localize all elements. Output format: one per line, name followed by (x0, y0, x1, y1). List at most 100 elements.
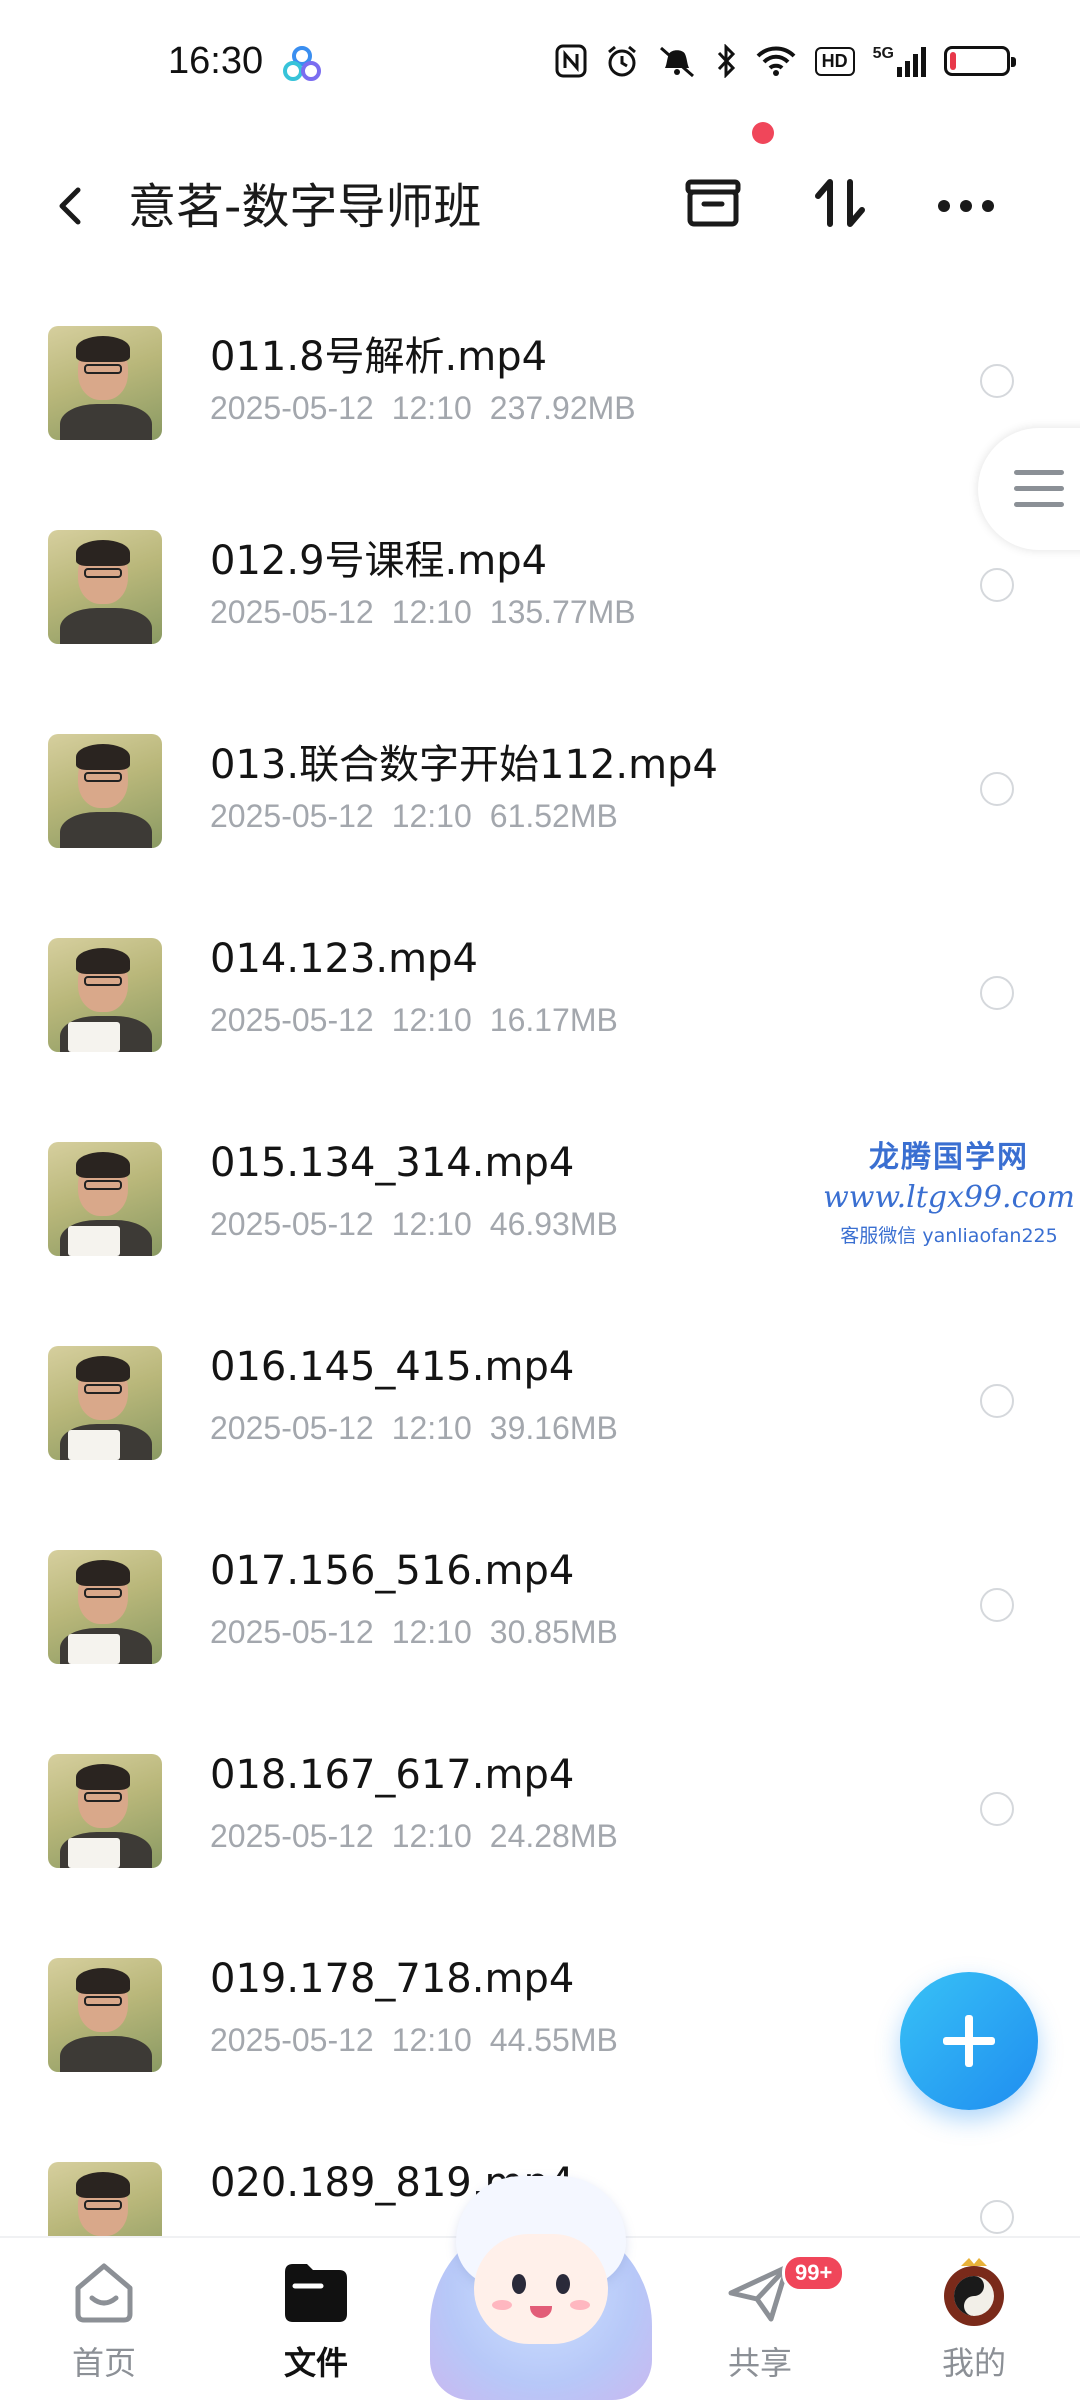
nav-label: 文件 (283, 2344, 348, 2382)
video-thumbnail (48, 1550, 162, 1664)
battery-icon (944, 46, 1016, 76)
file-row[interactable]: 018.167_617.mp4 2025-05-12 12:10 24.28MB (0, 1728, 1080, 1932)
file-size: 16.17MB (489, 1002, 618, 1038)
file-date: 2025-05-12 (210, 1002, 374, 1038)
select-radio[interactable] (980, 364, 1014, 398)
file-size: 39.16MB (489, 1410, 618, 1446)
battery-fill (950, 52, 957, 70)
file-time: 12:10 (391, 1614, 472, 1650)
file-name: 016.145_415.mp4 (210, 1344, 575, 1390)
video-thumbnail (48, 734, 162, 848)
video-thumbnail (48, 938, 162, 1052)
select-radio[interactable] (980, 772, 1014, 806)
nav-label: 首页 (71, 2344, 136, 2382)
folder-icon (285, 2264, 347, 2322)
file-meta: 2025-05-12 12:10 44.55MB (210, 2022, 636, 2059)
file-time: 12:10 (391, 798, 472, 834)
file-date: 2025-05-12 (210, 798, 374, 834)
network-type-label: 5G (872, 45, 894, 62)
chevron-left-icon (59, 187, 81, 225)
nav-home[interactable]: 首页 (34, 2256, 174, 2384)
select-radio[interactable] (980, 2200, 1014, 2234)
file-size: 237.92MB (489, 390, 636, 426)
back-button[interactable] (48, 176, 98, 236)
nav-label: 我的 (941, 2344, 1006, 2382)
sort-button[interactable] (812, 168, 870, 238)
file-meta: 2025-05-12 12:10 46.93MB (210, 1206, 636, 1243)
transfer-list-icon (685, 179, 741, 227)
file-date: 2025-05-12 (210, 1206, 374, 1242)
watermark-contact: 客服微信 yanliaofan225 (840, 1225, 1058, 1247)
app-cloud-icon (282, 46, 322, 86)
file-size: 135.77MB (489, 594, 636, 630)
mascot-face (474, 2234, 608, 2344)
nav-label: 共享 (727, 2344, 792, 2382)
nav-me[interactable]: 我的 (904, 2256, 1044, 2384)
file-row[interactable]: 013.联合数字开始112.mp4 2025-05-12 12:10 61.52MB (0, 708, 1080, 912)
sort-icon (815, 179, 865, 227)
file-date: 2025-05-12 (210, 1614, 374, 1650)
share-badge: 99+ (782, 2254, 846, 2292)
assistant-mascot-button[interactable] (430, 2176, 652, 2400)
file-date: 2025-05-12 (210, 390, 374, 426)
file-meta: 2025-05-12 12:10 39.16MB (210, 1410, 636, 1447)
video-thumbnail (48, 1142, 162, 1256)
more-button[interactable] (936, 168, 996, 238)
nfc-icon (555, 44, 587, 78)
file-meta: 2025-05-12 12:10 24.28MB (210, 1818, 636, 1855)
hd-icon: HD (814, 46, 855, 76)
file-size: 46.93MB (489, 1206, 618, 1242)
video-thumbnail (48, 1346, 162, 1460)
file-row[interactable]: 016.145_415.mp4 2025-05-12 12:10 39.16MB (0, 1320, 1080, 1524)
video-thumbnail (48, 530, 162, 644)
file-meta: 2025-05-12 12:10 30.85MB (210, 1614, 636, 1651)
file-time: 12:10 (391, 1206, 472, 1242)
select-radio[interactable] (980, 976, 1014, 1010)
file-meta: 2025-05-12 12:10 61.52MB (210, 798, 636, 835)
video-thumbnail (48, 326, 162, 440)
file-size: 24.28MB (489, 1818, 618, 1854)
app-bar: 意茗-数字导师班 (0, 122, 1080, 290)
select-radio[interactable] (980, 1588, 1014, 1622)
file-name: 019.178_718.mp4 (210, 1956, 575, 2002)
bluetooth-icon (715, 44, 737, 78)
file-name: 011.8号解析.mp4 (210, 334, 548, 380)
page-title: 意茗-数字导师班 (128, 179, 482, 235)
notification-dot (752, 122, 774, 144)
status-bar: 16:30 HD 5G (0, 0, 1080, 140)
status-time: 16:30 (168, 40, 264, 82)
file-name: 018.167_617.mp4 (210, 1752, 575, 1798)
file-name: 012.9号课程.mp4 (210, 538, 548, 584)
signal-5g-icon: 5G (873, 45, 926, 77)
select-radio[interactable] (980, 568, 1014, 602)
file-date: 2025-05-12 (210, 1818, 374, 1854)
video-thumbnail (48, 1754, 162, 1868)
nav-files[interactable]: 文件 (246, 2256, 386, 2384)
file-row[interactable]: 012.9号课程.mp4 2025-05-12 12:10 135.77MB (0, 504, 1080, 708)
file-size: 44.55MB (489, 2022, 618, 2058)
watermark-url: www.ltgx99.com (823, 1180, 1075, 1215)
file-size: 30.85MB (489, 1614, 618, 1650)
file-row[interactable]: 011.8号解析.mp4 2025-05-12 12:10 237.92MB (0, 300, 1080, 504)
watermark: 龙腾国学网 www.ltgx99.com 客服微信 yanliaofan225 (818, 1132, 1080, 1248)
file-time: 12:10 (391, 2022, 472, 2058)
nav-share[interactable]: 99+ 共享 (690, 2254, 846, 2384)
wifi-icon (755, 44, 797, 78)
profile-avatar-icon (944, 2258, 1004, 2326)
file-size: 61.52MB (489, 798, 618, 834)
home-icon (75, 2263, 133, 2323)
file-row[interactable]: 014.123.mp4 2025-05-12 12:10 16.17MB (0, 912, 1080, 1116)
file-row[interactable]: 017.156_516.mp4 2025-05-12 12:10 30.85MB (0, 1524, 1080, 1728)
mute-icon (657, 44, 697, 78)
add-button[interactable] (900, 1972, 1038, 2110)
file-time: 12:10 (391, 1410, 472, 1446)
file-name: 017.156_516.mp4 (210, 1548, 575, 1594)
file-name: 013.联合数字开始112.mp4 (210, 742, 718, 788)
select-radio[interactable] (980, 1384, 1014, 1418)
file-meta: 2025-05-12 12:10 16.17MB (210, 1002, 636, 1039)
select-radio[interactable] (980, 1792, 1014, 1826)
file-date: 2025-05-12 (210, 1410, 374, 1446)
transfer-list-button[interactable] (684, 168, 742, 238)
more-icon (938, 200, 994, 212)
video-thumbnail (48, 1958, 162, 2072)
